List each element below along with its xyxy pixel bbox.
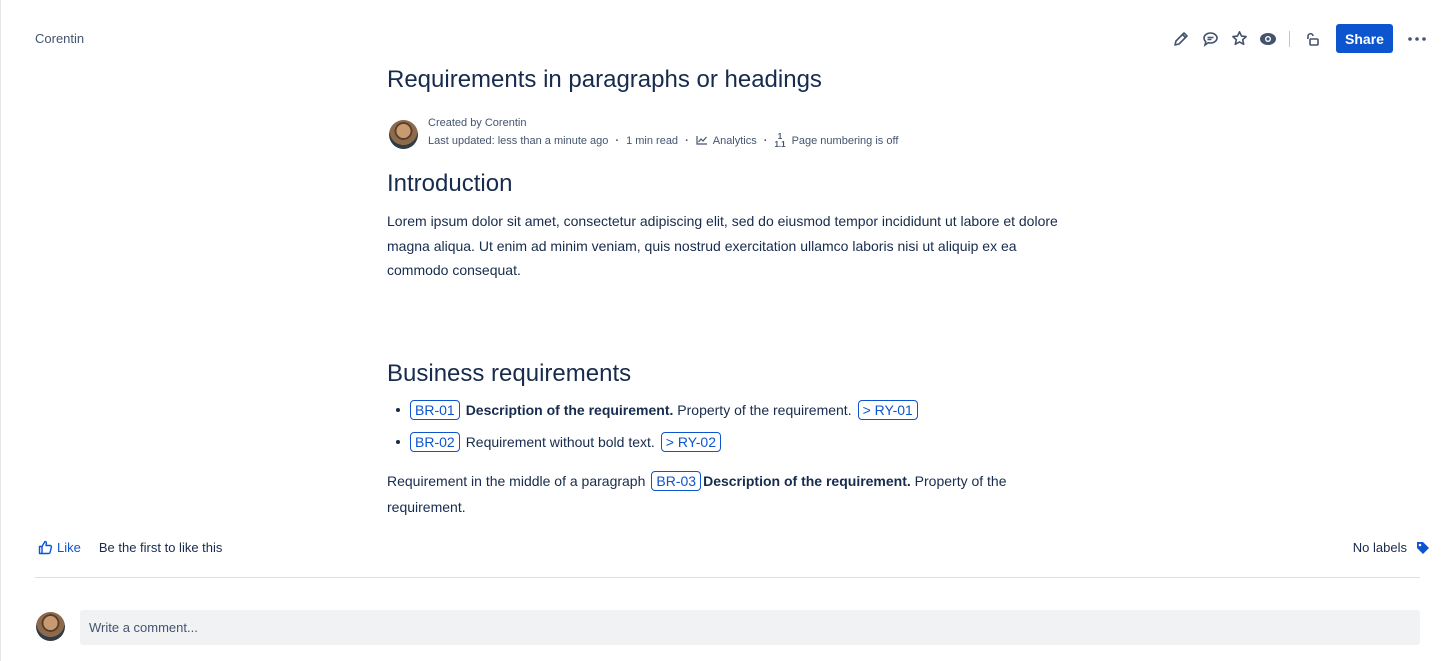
watch-icon[interactable]	[1257, 28, 1279, 50]
page-meta: Last updated: less than a minute ago · 1…	[428, 133, 898, 149]
list-item: BR-02 Requirement without bold text. > R…	[387, 430, 924, 454]
breadcrumb-space[interactable]: Corentin	[35, 31, 84, 46]
separator-dot: ·	[763, 135, 768, 147]
bullet	[396, 408, 400, 412]
requirement-tag[interactable]: BR-01	[410, 400, 460, 420]
requirement-text: Requirement without bold text.	[465, 434, 655, 450]
page-numbering-icon: 1 1.1	[774, 132, 786, 149]
analytics-link[interactable]: Analytics	[713, 135, 757, 147]
separator-dot: ·	[685, 135, 689, 147]
analytics-icon	[696, 135, 708, 148]
label-icon[interactable]	[1416, 541, 1430, 555]
requirement-link-tag[interactable]: > RY-01	[857, 400, 918, 420]
read-time: 1 min read	[626, 135, 679, 147]
paragraph-prefix: Requirement in the middle of a paragraph	[387, 473, 646, 489]
heading-introduction: Introduction	[387, 170, 513, 197]
edit-icon[interactable]	[1170, 28, 1192, 50]
like-button[interactable]: Like	[38, 540, 81, 555]
author-avatar[interactable]	[389, 120, 418, 149]
footer-divider	[35, 577, 1420, 578]
separator-dot: ·	[615, 135, 620, 147]
page-numbering-status[interactable]: Page numbering is off	[792, 135, 899, 147]
comment-input[interactable]: Write a comment...	[80, 610, 1420, 645]
requirement-link-tag[interactable]: > RY-02	[660, 432, 722, 452]
page-title: Requirements in paragraphs or headings	[387, 66, 822, 93]
labels-area: No labels	[1353, 540, 1430, 555]
requirement-description: Description of the requirement.	[703, 473, 911, 489]
requirement-description: Description of the requirement.	[465, 402, 674, 418]
like-label[interactable]: Like	[57, 540, 81, 555]
like-row: Like Be the first to like this	[38, 540, 222, 555]
toolbar-separator	[1289, 30, 1290, 47]
star-icon[interactable]	[1228, 28, 1250, 50]
bullet	[396, 440, 400, 444]
more-icon[interactable]	[1406, 28, 1428, 50]
left-border	[0, 0, 1, 661]
requirements-list: BR-01 Description of the requirement. Pr…	[387, 398, 924, 462]
requirement-tag[interactable]: BR-03	[651, 471, 702, 491]
heading-business-requirements: Business requirements	[387, 360, 632, 387]
requirement-text: Property of the requirement.	[673, 402, 852, 418]
created-by: Created by Corentin	[428, 117, 527, 129]
page-toolbar: Share	[1163, 24, 1428, 53]
labels-text: No labels	[1352, 540, 1407, 555]
list-item: BR-01 Description of the requirement. Pr…	[387, 398, 924, 422]
thumbs-up-icon	[38, 540, 53, 555]
share-button[interactable]: Share	[1336, 24, 1393, 53]
commenter-avatar	[36, 612, 65, 641]
intro-paragraph: Lorem ipsum dolor sit amet, consectetur …	[387, 213, 1058, 278]
restrictions-icon[interactable]	[1301, 28, 1323, 50]
last-updated[interactable]: Last updated: less than a minute ago	[428, 135, 608, 147]
requirement-tag[interactable]: BR-02	[410, 432, 460, 452]
requirement-paragraph: Requirement in the middle of a paragraph…	[387, 468, 1067, 520]
like-prompt: Be the first to like this	[98, 540, 223, 555]
comment-icon[interactable]	[1199, 28, 1221, 50]
